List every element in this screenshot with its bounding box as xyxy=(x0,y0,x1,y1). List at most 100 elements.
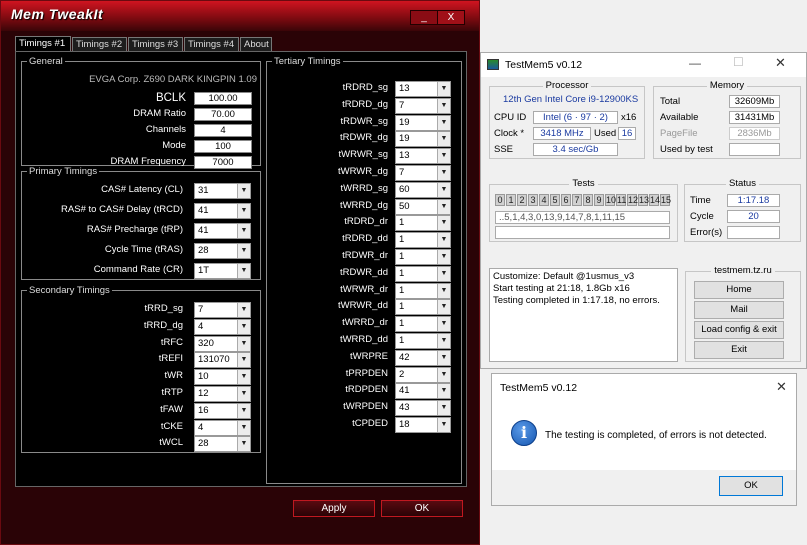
minimize-button[interactable]: _ xyxy=(410,10,438,25)
chevron-down-icon: ▼ xyxy=(437,216,450,231)
ok-button[interactable]: OK xyxy=(719,476,783,496)
undefined-dropdown[interactable]: 7 ▼ xyxy=(194,302,251,318)
ter-twrwr-dd-dropdown[interactable]: 1 ▼ xyxy=(395,299,451,316)
ter-tcpded-dropdown[interactable]: 18 ▼ xyxy=(395,417,451,433)
dropdown-value: 13 xyxy=(399,150,410,162)
cl-dropdown[interactable]: 31 ▼ xyxy=(194,183,251,199)
ter-trdrd-dr-dropdown[interactable]: 1 ▼ xyxy=(395,215,451,232)
ter-twrrd-sg-dropdown[interactable]: 60 ▼ xyxy=(395,181,451,198)
undefined-dropdown[interactable]: 12 ▼ xyxy=(194,386,251,402)
dropdown-value: 41 xyxy=(198,225,209,236)
cr-label: Command Rate (CR) xyxy=(93,264,183,275)
tab-about[interactable]: About xyxy=(240,37,272,52)
exit-button[interactable]: Exit xyxy=(694,341,784,359)
trp-dropdown[interactable]: 41 ▼ xyxy=(194,223,251,239)
minimize-icon[interactable]: — xyxy=(689,56,701,70)
undefined-dropdown[interactable]: 320 ▼ xyxy=(194,335,251,352)
undefined-label: tRRD_dg xyxy=(143,319,183,331)
ter-twrwr-dg-dropdown[interactable]: 7 ▼ xyxy=(395,165,451,181)
time-value: 1:17.18 xyxy=(727,194,780,207)
undefined-label: tRTP xyxy=(161,387,183,398)
window-title: TestMem5 v0.12 xyxy=(505,59,583,71)
tras-dropdown[interactable]: 28 ▼ xyxy=(194,243,251,259)
ter-trdrd-sg-dropdown[interactable]: 13 ▼ xyxy=(395,81,451,97)
ter-trdpden-dropdown[interactable]: 41 ▼ xyxy=(395,383,451,400)
chevron-down-icon: ▼ xyxy=(237,353,250,368)
undefined-dropdown[interactable]: 4 ▼ xyxy=(194,318,251,335)
load-config-exit-button[interactable]: Load config & exit xyxy=(694,321,784,339)
undefined-label: tRRD_sg xyxy=(144,303,183,314)
status-group: Status Time 1:17.18 Cycle 20 Error(s) xyxy=(684,178,801,242)
ok-button[interactable]: OK xyxy=(381,500,463,517)
log-box[interactable]: Customize: Default @1usmus_v3 Start test… xyxy=(489,268,678,362)
ter-trdwr-sg-dropdown[interactable]: 19 ▼ xyxy=(395,114,451,131)
test-cell: 2 xyxy=(517,194,527,206)
chevron-down-icon: ▼ xyxy=(237,319,250,334)
ter-twrrd-dr-dropdown[interactable]: 1 ▼ xyxy=(395,316,451,333)
ter-twrwr-sg-dropdown[interactable]: 13 ▼ xyxy=(395,148,451,165)
home-button[interactable]: Home xyxy=(694,281,784,299)
test-cell: 10 xyxy=(605,194,617,206)
chevron-down-icon: ▼ xyxy=(437,367,450,382)
ter-twrrd-dg-label: tWRRD_dg xyxy=(339,199,388,211)
close-icon[interactable]: ✕ xyxy=(776,379,787,395)
chevron-down-icon: ▼ xyxy=(237,403,250,418)
tab-timings-3[interactable]: Timings #3 xyxy=(128,37,183,52)
errors-value xyxy=(727,226,780,239)
close-button[interactable]: X xyxy=(437,10,465,25)
chevron-down-icon: ▼ xyxy=(237,336,250,351)
dropdown-value: 18 xyxy=(399,419,410,430)
dropdown-value: 1T xyxy=(198,265,210,276)
trcd-dropdown[interactable]: 41 ▼ xyxy=(194,203,251,219)
secondary-timings-group: Secondary Timings tRRD_sg 7 ▼ tRRD_dg 4 ▼ tRFC… xyxy=(21,285,261,453)
undefined-dropdown[interactable]: 4 ▼ xyxy=(194,419,251,436)
ter-twrrd-dg-dropdown[interactable]: 50 ▼ xyxy=(395,198,451,215)
dropdown-value: 28 xyxy=(198,245,209,256)
ter-twrwr-dr-dropdown[interactable]: 1 ▼ xyxy=(395,282,451,299)
test-cell: 1 xyxy=(506,194,516,206)
ter-twrrd-dd-label: tWRRD_dd xyxy=(339,334,388,345)
ter-trdrd-dd-dropdown[interactable]: 1 ▼ xyxy=(395,232,451,249)
tab-timings-4[interactable]: Timings #4 xyxy=(184,37,239,52)
close-icon[interactable]: ✕ xyxy=(775,55,786,71)
maximize-icon[interactable]: ☐ xyxy=(733,55,744,69)
message-body: i The testing is completed, of errors is… xyxy=(492,400,796,470)
chevron-down-icon: ▼ xyxy=(437,82,450,96)
dropdown-value: 19 xyxy=(399,133,410,145)
memory-group: Memory Total 32609Mb Available 31431Mb P… xyxy=(653,80,801,159)
ter-tprpden-dropdown[interactable]: 2 ▼ xyxy=(395,366,451,383)
mail-button[interactable]: Mail xyxy=(694,301,784,319)
test-cell: 7 xyxy=(572,194,582,206)
total-value: 32609Mb xyxy=(729,95,780,108)
test-cell: 6 xyxy=(561,194,571,206)
dropdown-value: 1 xyxy=(399,217,405,229)
chevron-down-icon: ▼ xyxy=(437,115,450,130)
undefined-dropdown[interactable]: 131070 ▼ xyxy=(194,352,251,369)
apply-button[interactable]: Apply xyxy=(293,500,375,517)
tab-timings-2[interactable]: Timings #2 xyxy=(72,37,127,52)
ter-twrrd-dd-dropdown[interactable]: 1 ▼ xyxy=(395,333,451,349)
chevron-down-icon: ▼ xyxy=(437,199,450,214)
time-label: Time xyxy=(690,195,711,206)
mode-value: 100 xyxy=(194,140,252,153)
ter-twrpden-dropdown[interactable]: 43 ▼ xyxy=(395,400,451,417)
sse-label: SSE xyxy=(494,144,514,155)
ter-trdrd-dg-dropdown[interactable]: 7 ▼ xyxy=(395,97,451,114)
ter-trdwr-dd-dropdown[interactable]: 1 ▼ xyxy=(395,265,451,282)
undefined-dropdown[interactable]: 10 ▼ xyxy=(194,369,251,386)
ter-trdrd-dr-label: tRDRD_dr xyxy=(344,216,388,228)
site-link[interactable]: testmem.tz.ru xyxy=(711,265,775,276)
dropdown-value: 4 xyxy=(198,421,204,433)
ter-twrpre-dropdown[interactable]: 42 ▼ xyxy=(395,349,451,366)
bclk-value: 100.00 xyxy=(194,92,252,105)
cycle-label: Cycle xyxy=(690,211,714,222)
ter-trdwr-dg-dropdown[interactable]: 19 ▼ xyxy=(395,131,451,148)
chevron-down-icon: ▼ xyxy=(437,384,450,399)
ter-trdwr-dr-label: tRDWR_dr xyxy=(342,250,388,261)
undefined-dropdown[interactable]: 28 ▼ xyxy=(194,436,251,453)
cr-dropdown[interactable]: 1T ▼ xyxy=(194,263,251,279)
undefined-dropdown[interactable]: 16 ▼ xyxy=(194,402,251,419)
site-group: testmem.tz.ru Home Mail Load config & ex… xyxy=(685,265,801,362)
tab-timings-1[interactable]: Timings #1 xyxy=(15,36,71,52)
ter-trdwr-dr-dropdown[interactable]: 1 ▼ xyxy=(395,249,451,265)
